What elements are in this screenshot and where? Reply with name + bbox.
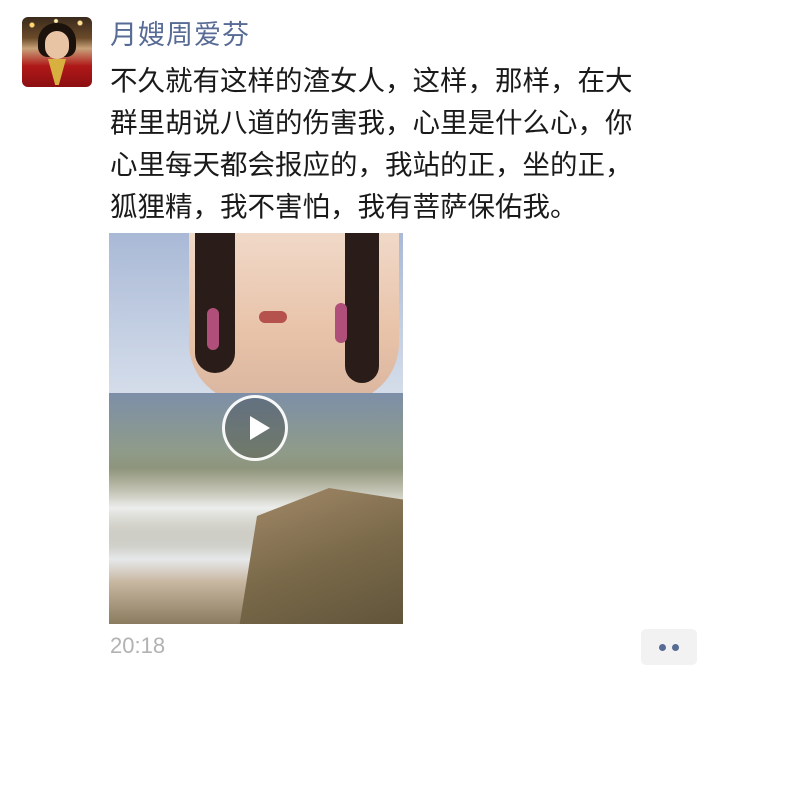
play-icon[interactable] <box>222 395 288 461</box>
avatar-scarf <box>48 59 66 85</box>
video-thumbnail[interactable] <box>109 233 403 624</box>
post-text-line: 狐狸精，我不害怕，我有菩萨保佑我。 <box>110 191 578 223</box>
video-earring-right <box>335 303 347 343</box>
video-lips <box>259 311 287 323</box>
video-hair-left <box>195 233 235 373</box>
video-earring-left <box>207 308 219 350</box>
video-hair-right <box>345 233 379 383</box>
avatar-face <box>45 31 69 59</box>
post-text: 不久就有这样的渣女人，这样，那样，在大 群里胡说八道的伤害我，心里是什么心，你 … <box>110 60 710 228</box>
more-dots-icon <box>672 644 679 651</box>
author-name[interactable]: 月嫂周爱芬 <box>110 18 250 54</box>
post-timestamp: 20:18 <box>110 633 166 658</box>
post-text-line: 不久就有这样的渣女人，这样，那样，在大 <box>110 65 633 97</box>
post-text-line: 心里每天都会报应的，我站的正，坐的正， <box>110 149 633 181</box>
more-button[interactable] <box>641 629 697 665</box>
more-dots-icon <box>659 644 666 651</box>
post-text-line: 群里胡说八道的伤害我，心里是什么心，你 <box>110 107 633 139</box>
avatar[interactable] <box>22 17 92 87</box>
